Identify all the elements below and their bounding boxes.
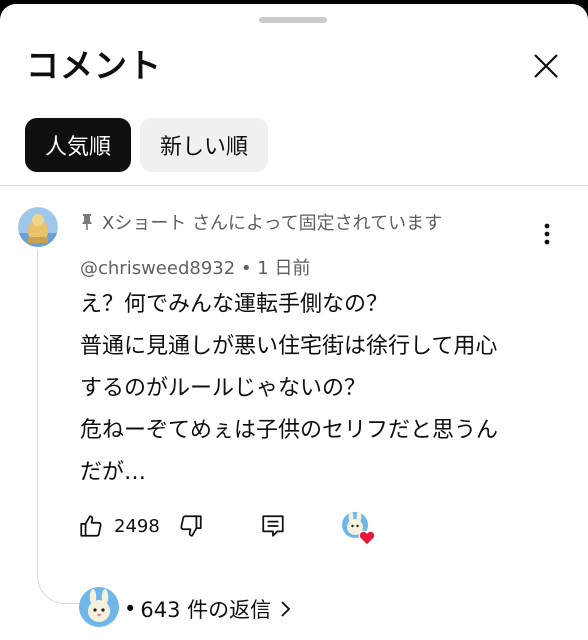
sort-chip-newest[interactable]: 新しい順 (140, 118, 269, 172)
divider (0, 185, 588, 186)
thumb-up-icon (80, 515, 102, 537)
comment-body: え？何でみんな運転手側なの？ 普通に見通しが悪い住宅街は徐行して用心 するのがル… (80, 284, 560, 494)
dislike-button[interactable] (178, 513, 204, 539)
thumb-down-icon (180, 515, 202, 537)
reply-avatar (78, 586, 120, 632)
view-replies-button[interactable]: • 643 件の返信 (78, 586, 291, 632)
more-vert-icon (544, 223, 550, 245)
avatar[interactable] (18, 207, 58, 247)
close-icon (534, 54, 558, 78)
sort-chip-top[interactable]: 人気順 (25, 118, 132, 172)
comment-line: だが… (80, 460, 147, 485)
drag-handle[interactable] (259, 17, 327, 23)
pinned-text: Xショート さんによって固定されています (102, 213, 443, 234)
comment-line: え？何でみんな運転手側なの？ (80, 292, 389, 317)
comments-sheet: コメント 人気順 新しい順 Xショート さんによって固定されています @chri… (0, 4, 588, 640)
page-title: コメント (26, 46, 162, 85)
comment-line: 危ねーぞてめぇは子供のセリフだと思うん (80, 418, 499, 443)
comment-line: するのがルールじゃないの？ (80, 376, 367, 401)
reply-icon (262, 515, 284, 537)
replies-separator: • (124, 597, 137, 621)
creator-heart-icon (340, 510, 376, 546)
comment-line: 普通に見通しが悪い住宅街は徐行して用心 (80, 334, 498, 359)
comment-time: 1 日前 (257, 258, 311, 279)
like-button[interactable]: 2498 (78, 513, 160, 539)
pin-icon (80, 213, 94, 231)
meta-separator: • (240, 258, 258, 279)
comment-author[interactable]: @chrisweed8932 (80, 258, 235, 279)
comment-meta: @chrisweed8932 • 1 日前 (80, 254, 310, 280)
avatar-image (18, 207, 58, 247)
sort-chips: 人気順 新しい順 (25, 118, 269, 172)
close-button[interactable] (528, 48, 564, 84)
replies-count: 643 件の返信 (140, 598, 272, 622)
pinned-label: Xショート さんによって固定されています (80, 209, 442, 235)
more-button[interactable] (532, 214, 562, 254)
comment-actions: 2498 (78, 508, 286, 544)
reply-button[interactable] (260, 513, 286, 539)
chevron-right-icon (279, 600, 291, 618)
like-count: 2498 (114, 515, 160, 537)
